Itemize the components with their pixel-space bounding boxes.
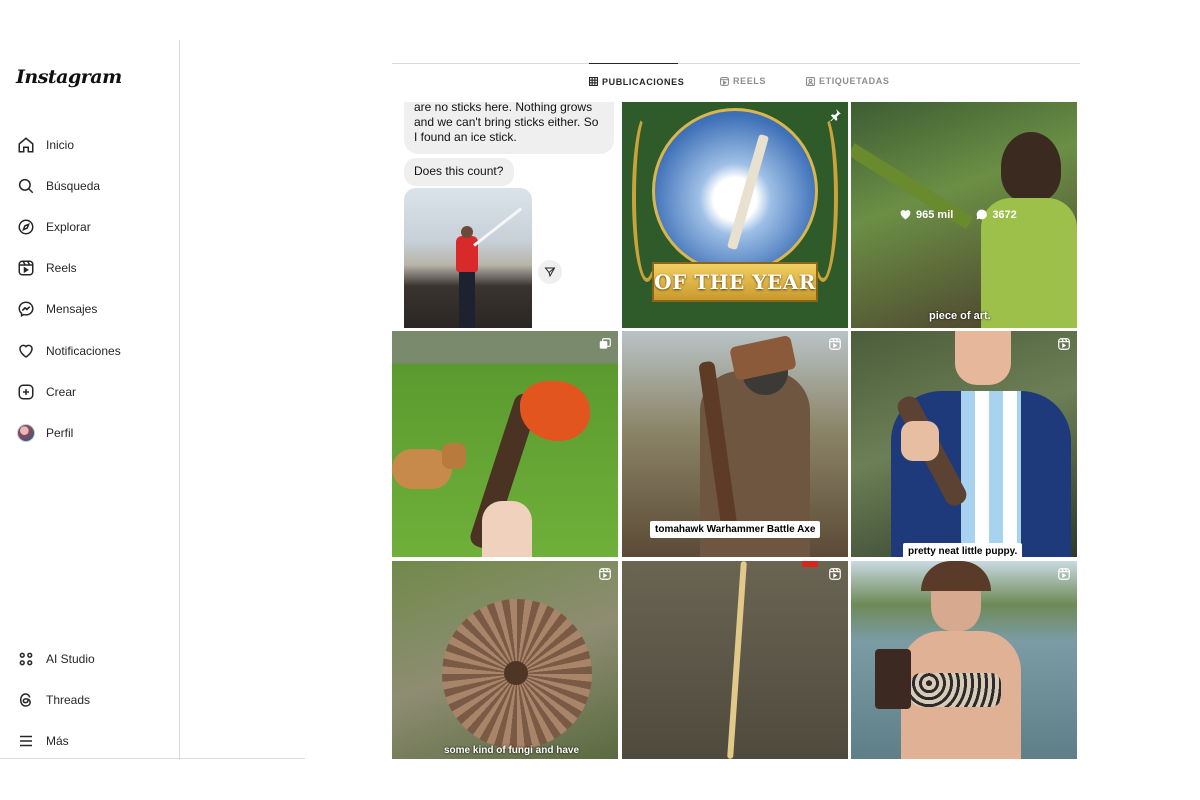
post-tile-4[interactable] [392,331,618,557]
comments-count: 3672 [992,208,1017,221]
tab-label: ETIQUETADAS [819,76,890,86]
hand [901,421,939,461]
reels-icon [1057,567,1071,581]
home-icon [16,135,36,155]
sidebar-item-label: Inicio [46,137,75,152]
stick [727,561,747,759]
tab-reels[interactable]: REELS [720,63,766,99]
post-tile-5[interactable]: tomahawk Warhammer Battle Axe [622,331,848,557]
post-tile-3[interactable]: 965 mil 3672 piece of art. [851,102,1077,328]
instagram-logo[interactable]: Instagram [16,66,122,88]
person-hair [921,561,991,591]
sidebar-item-label: Reels [46,261,77,276]
sidebar: Instagram Inicio Búsqueda Explorar Reels [0,40,180,760]
sidebar-item-mensajes[interactable]: Mensajes [16,289,176,330]
stick [726,133,770,251]
sidebar-item-label: Threads [46,692,91,707]
messenger-icon [16,299,36,319]
person-face [955,331,1011,385]
chat-photo [404,188,532,328]
reels-icon [828,337,842,351]
chat-bubble: are no sticks here. Nothing grows and we… [404,102,614,154]
tab-label: PUBLICACIONES [602,76,685,87]
swimsuit [911,673,1001,707]
sidebar-item-notificaciones[interactable]: Notificaciones [16,330,176,371]
sidebar-item-label: Notificaciones [46,343,121,358]
sidebar-item-label: Crear [46,384,77,399]
carousel-icon [598,337,612,351]
post-tile-6[interactable]: pretty neat little puppy. [851,331,1077,557]
tab-publicaciones[interactable]: PUBLICACIONES [589,63,684,99]
sidebar-item-explorar[interactable]: Explorar [16,206,176,247]
heart-icon [16,341,36,361]
sidebar-item-ai-studio[interactable]: AI Studio [16,638,176,679]
nav-bottom-list: AI Studio Threads Más [16,638,176,762]
likes-count: 965 mil [916,208,954,221]
orange-fungus [520,381,590,441]
avatar [17,423,35,442]
sidebar-item-crear[interactable]: Crear [16,371,176,412]
chat-bubble-reply: Does this count? [404,158,514,186]
year-banner: OF THE YEAR [652,262,818,302]
reels-icon [598,567,612,581]
hand [482,501,532,557]
plus-square-icon [16,382,36,402]
post-tile-8[interactable] [622,561,848,759]
comment-icon [976,209,988,220]
striped-shirt [961,391,1021,557]
sidebar-item-inicio[interactable]: Inicio [16,124,176,165]
post-caption: piece of art. [929,310,991,322]
post-caption: some kind of fungi and have [444,745,580,756]
tagged-icon [806,76,816,86]
menu-icon [16,731,36,751]
sidebar-item-label: AI Studio [46,651,95,666]
post-tile-2[interactable]: OF THE YEAR [622,102,848,328]
divider [0,758,305,759]
grid-icon [589,77,599,87]
sidebar-item-mas[interactable]: Más [16,720,176,761]
reels-icon [720,76,730,86]
post-tile-1[interactable]: are no sticks here. Nothing grows and we… [392,102,618,328]
nav-list: Inicio Búsqueda Explorar Reels Mensajes [16,124,176,454]
ai-studio-icon [16,649,36,669]
reels-icon [1057,337,1071,351]
pin-icon [828,108,842,122]
red-marker [802,561,818,567]
post-caption: tomahawk Warhammer Battle Axe [650,521,821,538]
search-icon [16,176,36,196]
sidebar-item-busqueda[interactable]: Búsqueda [16,165,176,206]
sidebar-item-reels[interactable]: Reels [16,248,176,289]
threads-icon [16,690,36,710]
post-tile-7[interactable]: some kind of fungi and have [392,561,618,759]
post-tile-9[interactable] [851,561,1077,759]
axe [875,649,911,709]
post-stats: 965 mil 3672 [899,208,1017,221]
heart-icon [900,210,911,220]
reels-icon [16,258,36,278]
sidebar-item-label: Mensajes [46,302,98,317]
share-icon[interactable] [538,260,562,284]
tab-etiquetadas[interactable]: ETIQUETADAS [806,63,889,99]
post-caption: pretty neat little puppy. [903,543,1023,557]
sidebar-item-label: Explorar [46,219,91,234]
compass-icon [16,217,36,237]
sidebar-item-threads[interactable]: Threads [16,679,176,720]
tab-label: REELS [733,76,767,86]
sidebar-item-perfil[interactable]: Perfil [16,412,176,453]
sidebar-item-label: Búsqueda [46,178,101,193]
reels-icon [828,567,842,581]
sidebar-item-label: Perfil [46,425,74,440]
person-head [1001,132,1061,202]
medallion [652,108,818,274]
sidebar-item-label: Más [46,733,69,748]
